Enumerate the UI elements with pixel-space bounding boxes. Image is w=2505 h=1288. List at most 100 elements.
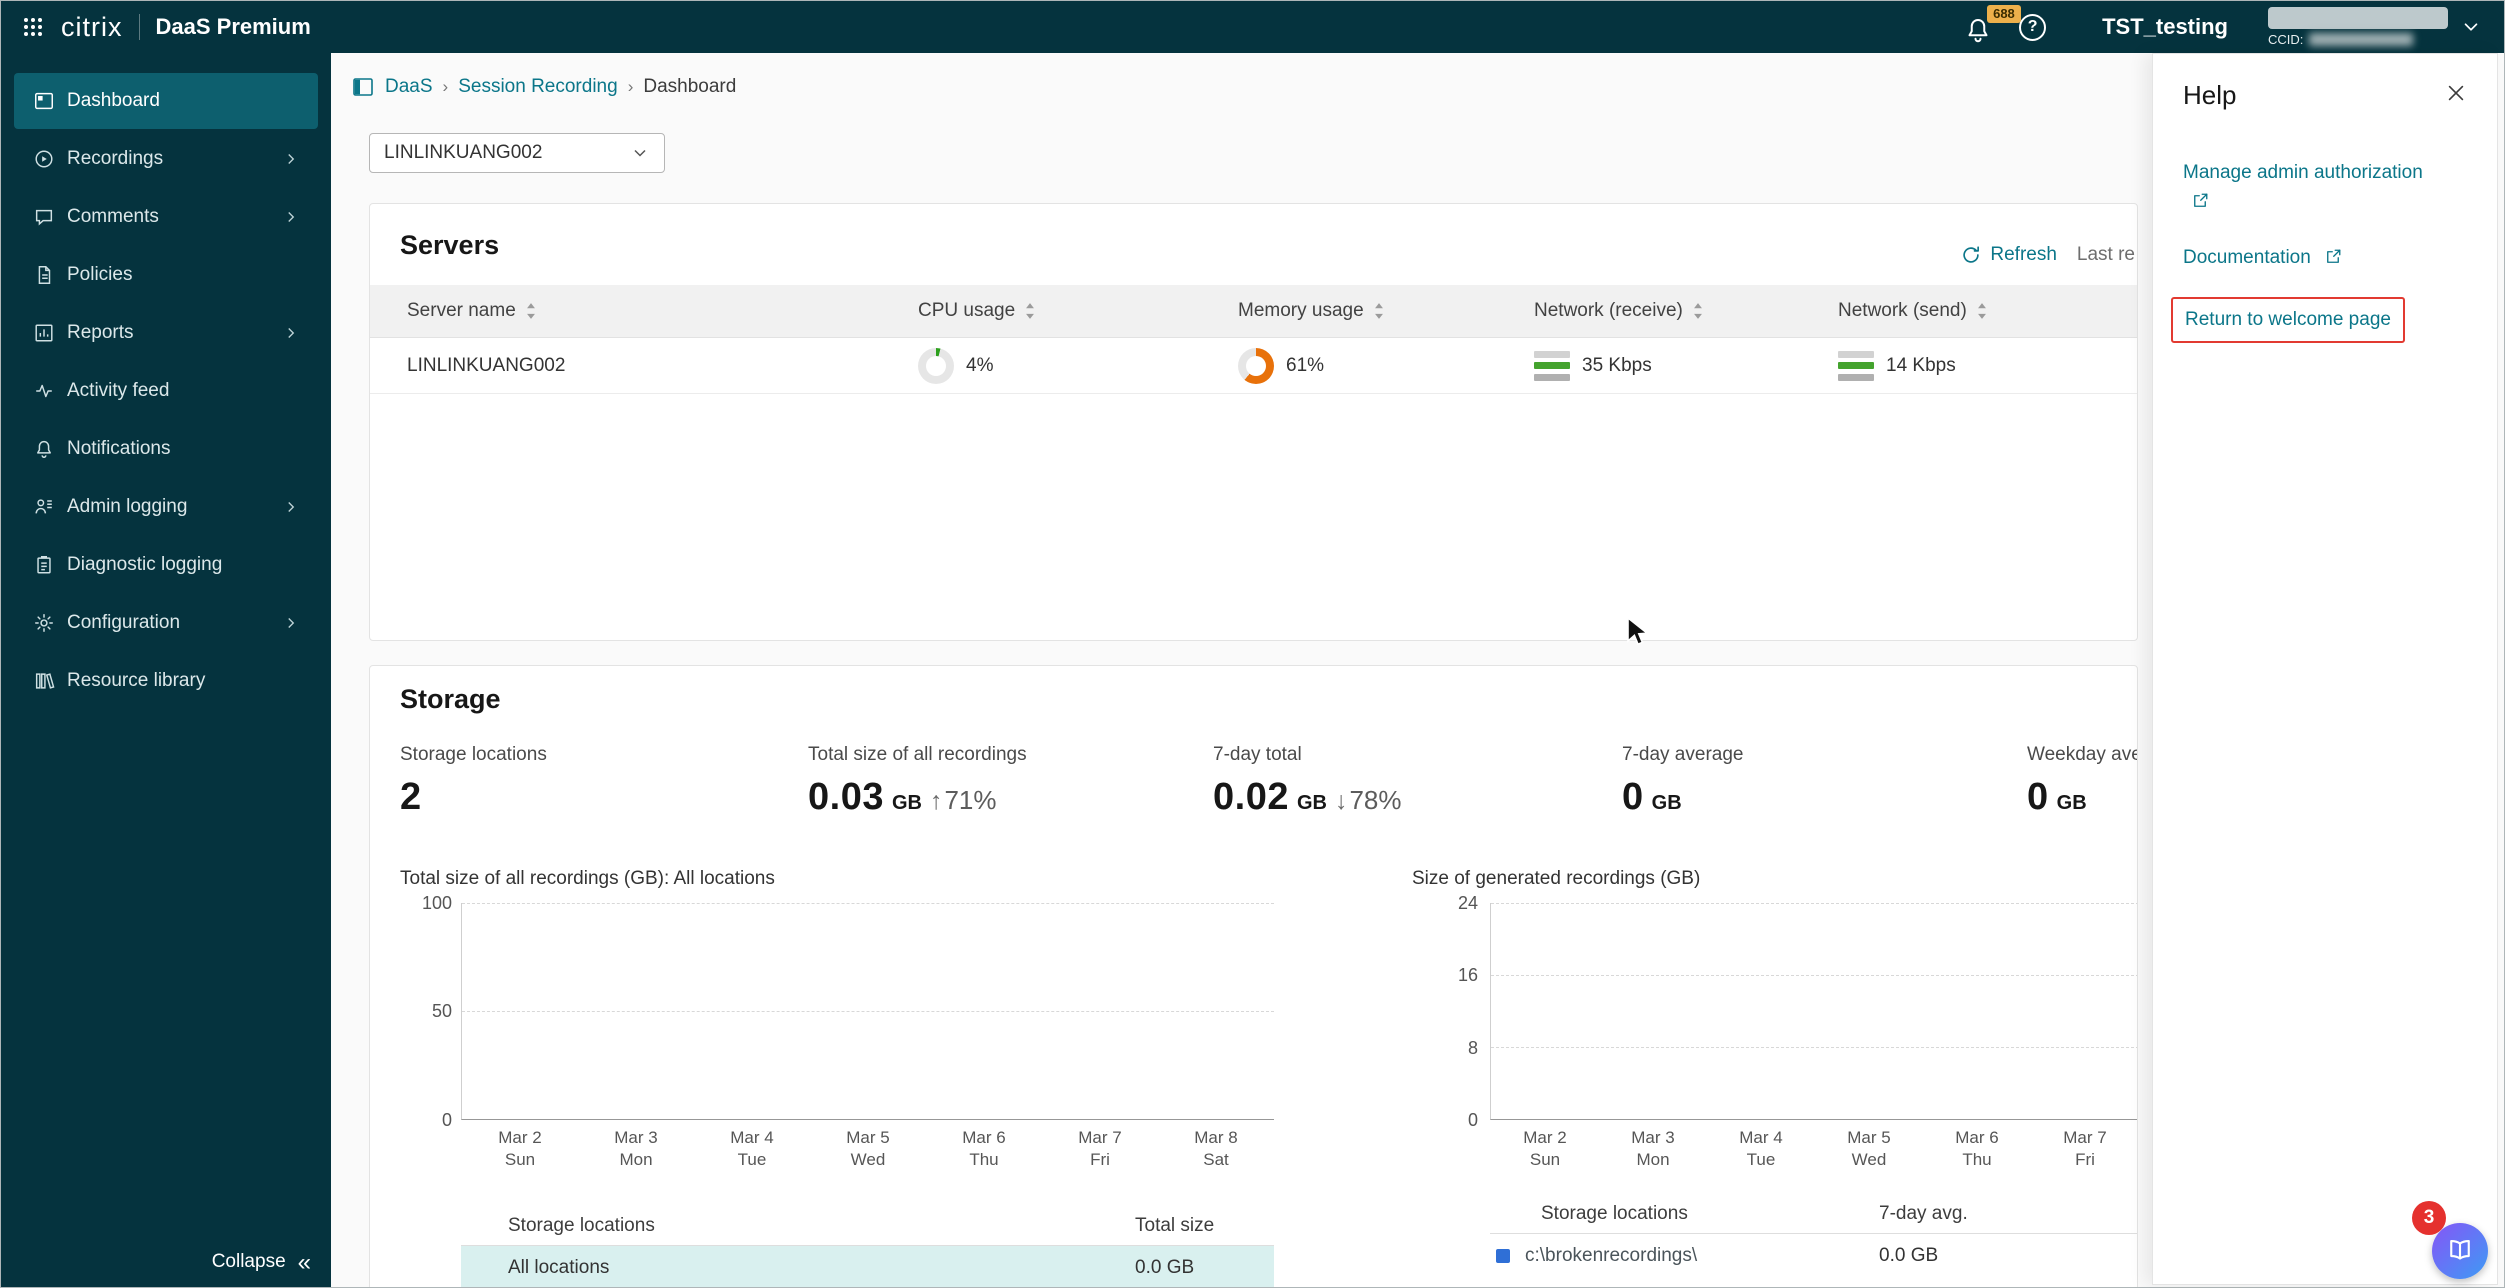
- sidebar-item-label: Admin logging: [67, 496, 188, 517]
- column-header-memory-usage[interactable]: Memory usage: [1230, 300, 1526, 322]
- metric-storage-locations: Storage locations 2: [400, 744, 547, 819]
- sidebar-item-admin-logging[interactable]: Admin logging: [14, 479, 318, 535]
- network-send-cell: 14 Kbps: [1830, 350, 2137, 381]
- open-book-icon: [2450, 1239, 2470, 1260]
- sidebar-item-label: Activity feed: [67, 380, 170, 401]
- sidebar-item-label: Configuration: [67, 612, 181, 633]
- column-header-network-receive[interactable]: Network (receive): [1526, 300, 1830, 322]
- breadcrumb-session-recording[interactable]: Session Recording: [458, 76, 617, 98]
- cpu-donut-chart: [918, 347, 954, 384]
- collapse-label: Collapse: [211, 1251, 286, 1272]
- sort-icon: [1693, 303, 1702, 319]
- x-tick: Mar 2 Sun: [1523, 1128, 1567, 1170]
- app-launcher-icon[interactable]: [21, 15, 45, 39]
- account-menu-chevron-down-icon[interactable]: [2460, 16, 2482, 38]
- collapse-button[interactable]: Collapse «: [211, 1250, 311, 1274]
- sidebar-item-comments[interactable]: Comments: [14, 189, 318, 245]
- servers-table-header: Server name CPU usage Memory usage Netwo…: [370, 285, 2137, 338]
- metric-total-size: Total size of all recordings 0.03 GB ↑ 71…: [808, 744, 1027, 819]
- sidebar-item-label: Resource library: [67, 670, 206, 691]
- product-name: DaaS Premium: [155, 14, 311, 39]
- metric-value: 0: [1622, 776, 1644, 818]
- mini-table-row[interactable]: c:\brokenrecordings\ 0.0 GB: [1490, 1234, 2137, 1278]
- policies-icon: [33, 264, 55, 286]
- column-header-network-send[interactable]: Network (send): [1830, 300, 2137, 322]
- notifications-bell-icon[interactable]: 688: [1963, 5, 2021, 45]
- comments-icon: [33, 206, 55, 228]
- chevron-right-icon: [282, 498, 300, 516]
- gridline: [462, 903, 1274, 904]
- x-tick: Mar 5 Wed: [846, 1128, 890, 1170]
- annotation-highlight-box: Return to welcome page: [2171, 296, 2405, 343]
- column-header-cpu-usage[interactable]: CPU usage: [910, 300, 1230, 322]
- chart-title: Size of generated recordings (GB): [1412, 868, 1701, 889]
- x-axis-ticks: Mar 2 Sun Mar 3 Mon Mar 4 Tue Mar 5 Wed Mar …: [1491, 1127, 2137, 1171]
- sidebar-item-resource-library[interactable]: Resource library: [14, 653, 318, 709]
- topbar-right: 688 ? TST_testing CCID:: [1963, 5, 2482, 47]
- x-tick: Mar 6 Thu: [962, 1128, 1006, 1170]
- y-tick: 16: [1457, 965, 1478, 985]
- sidebar-item-label: Reports: [67, 322, 134, 343]
- sidebar-item-reports[interactable]: Reports: [14, 305, 318, 361]
- sidebar-item-configuration[interactable]: Configuration: [14, 595, 318, 651]
- breadcrumb-current: Dashboard: [643, 76, 737, 97]
- breadcrumb-daas[interactable]: DaaS: [385, 76, 433, 98]
- help-icon[interactable]: ?: [2019, 13, 2047, 41]
- servers-card-actions: Refresh Last re: [1960, 244, 2135, 266]
- customer-selector[interactable]: CCID:: [2268, 7, 2448, 47]
- topbar: citrix DaaS Premium 688 ? TST_testing CC…: [1, 1, 2504, 53]
- metric-label: Weekday avera: [2027, 744, 2137, 765]
- sidebar-item-policies[interactable]: Policies: [14, 247, 318, 303]
- metric-label: Total size of all recordings: [808, 744, 1027, 765]
- series-legend-swatch: [1496, 1249, 1510, 1263]
- mini-table-header: Storage locations 7-day avg.: [1490, 1194, 2137, 1234]
- account-name[interactable]: TST_testing: [2102, 14, 2228, 40]
- mini-table-row[interactable]: All locations 0.0 GB: [461, 1246, 1274, 1287]
- configuration-icon: [33, 612, 55, 634]
- sort-icon: [1374, 303, 1383, 319]
- cpu-usage-cell: 4%: [910, 347, 1230, 384]
- metric-delta: ↑ 71%: [929, 785, 997, 815]
- sidebar: Dashboard Recordings Comments Policies R…: [1, 53, 331, 1287]
- servers-table: Server name CPU usage Memory usage Netwo…: [370, 285, 2137, 394]
- network-receive-cell: 35 Kbps: [1526, 350, 1830, 381]
- close-icon[interactable]: [2445, 82, 2467, 104]
- x-tick: Mar 4 Tue: [730, 1128, 774, 1170]
- sidebar-item-diagnostic-logging[interactable]: Diagnostic logging: [14, 537, 318, 593]
- server-select-dropdown[interactable]: LINLINKUANG002: [369, 133, 665, 173]
- x-tick: Mar 5 Wed: [1847, 1128, 1891, 1170]
- x-tick: Mar 3 Mon: [614, 1128, 658, 1170]
- sidebar-item-activity-feed[interactable]: Activity feed: [14, 363, 318, 419]
- sort-icon: [1026, 303, 1035, 319]
- chevron-right-icon: [282, 614, 300, 632]
- help-panel: Help Manage admin authorization Document…: [2152, 53, 2498, 1285]
- column-header-server-name[interactable]: Server name: [370, 300, 910, 322]
- x-tick: Mar 6 Thu: [1955, 1128, 1999, 1170]
- metric-value: 0.03: [808, 776, 884, 818]
- sidebar-item-notifications[interactable]: Notifications: [14, 421, 318, 477]
- server-row[interactable]: LINLINKUANG002 4% 61% 35 Kbps 14 Kbps: [370, 338, 2137, 394]
- server-name-cell: LINLINKUANG002: [407, 354, 566, 376]
- admin-logging-icon: [33, 496, 55, 518]
- network-bars-icon: [1838, 350, 1874, 381]
- metric-7-day-average: 7-day average 0 GB: [1622, 744, 1743, 819]
- sidebar-item-label: Notifications: [67, 438, 171, 459]
- docs-widget-button[interactable]: [2432, 1223, 2488, 1279]
- plot-area: Mar 2 Sun Mar 3 Mon Mar 4 Tue Mar 5 Wed Mar …: [1490, 903, 2137, 1169]
- storage-card: Storage Storage locations 2 Total size o…: [369, 665, 2138, 1287]
- network-bars-icon: [1534, 350, 1570, 381]
- x-tick: Mar 7 Fri: [2063, 1128, 2107, 1170]
- sidebar-item-recordings[interactable]: Recordings: [14, 131, 318, 187]
- activity-feed-icon: [33, 380, 55, 402]
- refresh-button[interactable]: Refresh: [1960, 244, 2057, 266]
- sidebar-item-dashboard[interactable]: Dashboard: [14, 73, 318, 129]
- panel-toggle-icon[interactable]: [351, 75, 375, 99]
- last-refreshed-text: Last re: [2076, 244, 2135, 265]
- gridline: [1491, 903, 2137, 904]
- help-link-manage-admin-authorization[interactable]: Manage admin authorization: [2183, 159, 2435, 216]
- generated-recordings-chart: Size of generated recordings (GB) 24 16 …: [1412, 868, 2137, 1178]
- help-link-return-to-welcome-page[interactable]: Return to welcome page: [2185, 309, 2391, 330]
- y-tick: 100: [421, 893, 452, 913]
- sort-icon: [526, 303, 535, 319]
- help-link-documentation[interactable]: Documentation: [2183, 244, 2435, 273]
